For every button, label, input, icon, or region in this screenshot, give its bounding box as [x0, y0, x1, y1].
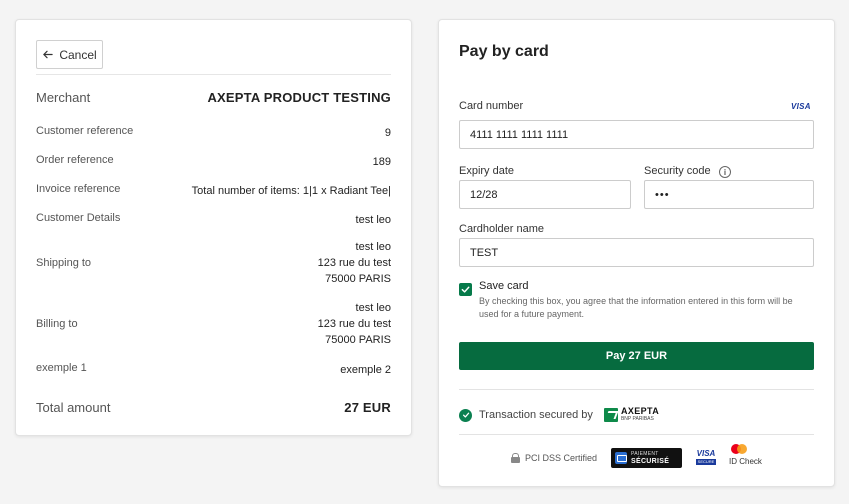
billing-row: Billing to test leo 123 rue du test 7500… [36, 300, 391, 348]
merchant-row: Merchant AXEPTA PRODUCT TESTING [36, 90, 391, 106]
extra-label: exemple 1 [36, 362, 87, 374]
divider [459, 434, 814, 435]
pci-label: PCI DSS Certified [525, 453, 598, 463]
idcheck-label: ID Check [729, 457, 762, 466]
total-row: Total amount 27 EUR [36, 400, 391, 416]
merchant-value: AXEPTA PRODUCT TESTING [207, 90, 391, 105]
total-label: Total amount [36, 400, 111, 415]
axepta-name: AXEPTA [620, 406, 660, 416]
address-line: 123 rue du test [317, 257, 391, 269]
mastercard-idcheck-badge: ID Check [729, 444, 762, 466]
row-value: 9 [384, 127, 391, 139]
axepta-wordmark: AXEPTA BNP PARIBAS [621, 407, 659, 423]
save-card-description: By checking this box, you agree that the… [479, 296, 793, 319]
arrow-left-icon [43, 50, 53, 59]
visa-logo-icon: VISA [791, 102, 811, 111]
total-value: 27 EUR [344, 400, 391, 415]
pay-button[interactable]: Pay 27 EUR [459, 342, 814, 370]
card-number-label: Card number [459, 100, 524, 112]
extra-row: exemple 1 exemple 2 [36, 362, 391, 378]
visa-secure-badge: VISA SECURE [694, 446, 718, 467]
shipping-row: Shipping to test leo 123 rue du test 750… [36, 239, 391, 287]
address-line: 75000 PARIS [325, 334, 391, 346]
info-icon[interactable]: i [719, 166, 731, 178]
security-code-label: Security code [644, 165, 711, 177]
paiement-securise-badge: PAIEMENT SÉCURISÉ [611, 448, 682, 468]
order-summary-card: Cancel Merchant AXEPTA PRODUCT TESTING C… [15, 19, 412, 436]
payment-title: Pay by card [459, 43, 549, 60]
customer-details-row: Customer Details test leo [36, 212, 391, 228]
lock-icon [511, 453, 520, 463]
shipping-label: Shipping to [36, 257, 92, 269]
row-label: Invoice reference [36, 183, 121, 195]
billing-label: Billing to [36, 318, 78, 330]
save-card-label: Save card [479, 280, 529, 292]
row-label: Customer reference [36, 125, 134, 137]
address-line: test leo [355, 241, 391, 253]
extra-value: exemple 2 [340, 364, 391, 376]
customer-reference-row: Customer reference 9 [36, 125, 391, 141]
card-number-input[interactable]: 4111 1111 1111 1111 [459, 120, 814, 149]
cancel-button[interactable]: Cancel [36, 40, 103, 69]
divider [459, 389, 814, 390]
visa-badge-label: VISA [696, 448, 716, 458]
row-label: Customer Details [36, 212, 121, 224]
row-value: test leo [355, 214, 391, 226]
cardholder-label: Cardholder name [459, 223, 544, 235]
card-icon [615, 452, 627, 464]
cardholder-input[interactable]: TEST [459, 238, 814, 267]
expiry-label: Expiry date [459, 165, 515, 177]
invoice-reference-row: Invoice reference Total number of items:… [36, 183, 391, 199]
paiement-line1: PAIEMENT [631, 451, 659, 457]
paiement-text: PAIEMENT SÉCURISÉ [631, 451, 669, 465]
check-circle-icon [459, 408, 472, 422]
axepta-logo: AXEPTA BNP PARIBAS [603, 407, 659, 423]
axepta-mark-icon [603, 408, 618, 422]
address-line: test leo [355, 302, 391, 314]
visa-badge-sub: SECURE [696, 458, 716, 465]
secured-by: Transaction secured by AXEPTA BNP PARIBA… [459, 407, 659, 423]
paiement-line2: SÉCURISÉ [631, 458, 670, 465]
save-card-checkbox[interactable] [459, 283, 472, 296]
row-value: 189 [372, 156, 391, 168]
row-label: Order reference [36, 154, 114, 166]
merchant-label: Merchant [36, 90, 91, 105]
billing-address: test leo 123 rue du test 75000 PARIS [318, 300, 391, 348]
axepta-sub: BNP PARIBAS [620, 416, 654, 422]
divider [36, 74, 391, 75]
security-code-input[interactable]: ••• [644, 180, 814, 209]
payment-card: Pay by card Card number VISA 4111 1111 1… [438, 19, 835, 487]
cancel-label: Cancel [59, 47, 97, 62]
address-line: 123 rue du test [317, 318, 391, 330]
secured-label: Transaction secured by [479, 409, 593, 421]
shipping-address: test leo 123 rue du test 75000 PARIS [318, 239, 391, 287]
pci-certified: PCI DSS Certified [511, 453, 597, 463]
expiry-input[interactable]: 12/28 [459, 180, 631, 209]
checkmark-icon [461, 286, 470, 293]
address-line: 75000 PARIS [325, 273, 391, 285]
row-value: Total number of items: 1|1 x Radiant Tee… [191, 185, 391, 197]
order-reference-row: Order reference 189 [36, 154, 391, 170]
mastercard-icon [731, 444, 747, 454]
